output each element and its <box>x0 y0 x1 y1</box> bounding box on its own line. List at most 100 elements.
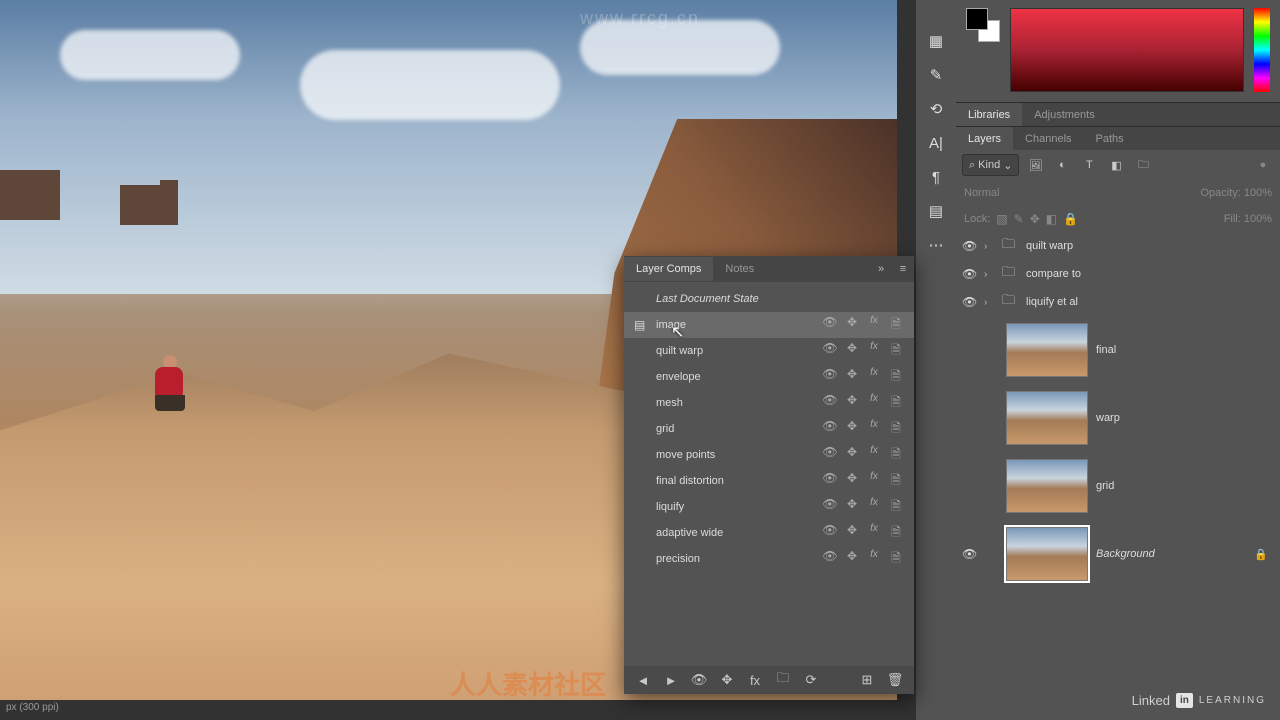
comp-label[interactable]: adaptive wide <box>656 527 814 539</box>
layer-name[interactable]: final <box>1096 344 1116 356</box>
layer-name[interactable]: compare to <box>1026 268 1081 280</box>
panel-icon[interactable]: ✎ <box>916 58 956 92</box>
comp-appearance-icon[interactable]: fx <box>866 341 882 362</box>
comp-position-icon[interactable]: ✥ <box>844 393 860 414</box>
layer-group-row[interactable]: 👁 › 🗀 compare to <box>956 260 1280 288</box>
chevron-right-icon[interactable]: › <box>984 241 994 252</box>
panel-icon[interactable]: ⟲ <box>916 92 956 126</box>
comp-appearance-icon[interactable]: fx <box>866 315 882 336</box>
tab-layers[interactable]: Layers <box>956 127 1013 151</box>
visibility-icon[interactable]: 👁 <box>962 267 976 281</box>
comp-visibility-icon[interactable]: 👁 <box>822 549 838 570</box>
blend-mode-select[interactable]: Normal <box>964 187 999 199</box>
layer-name[interactable]: grid <box>1096 480 1114 492</box>
layer-comps-header[interactable]: Layer Comps Notes » ≡ <box>624 256 914 282</box>
prev-comp-button[interactable]: ◄ <box>634 673 652 688</box>
layer-comps-panel[interactable]: Layer Comps Notes » ≡ Last Document Stat… <box>624 256 914 694</box>
comp-appearance-icon[interactable]: fx <box>866 419 882 440</box>
comp-position-icon[interactable]: ✥ <box>844 549 860 570</box>
tab-layer-comps[interactable]: Layer Comps <box>624 257 713 281</box>
comp-doc-icon[interactable]: 🗎 <box>888 549 904 570</box>
panel-icon[interactable]: A| <box>916 126 956 160</box>
comp-visibility-icon[interactable]: 👁 <box>822 419 838 440</box>
filter-adjust-icon[interactable]: ◐ <box>1051 154 1073 176</box>
comp-position-icon[interactable]: ✥ <box>844 367 860 388</box>
comp-label[interactable]: quilt warp <box>656 345 814 357</box>
foreground-swatch[interactable] <box>966 8 988 30</box>
panel-icon[interactable]: ⋯ <box>916 228 956 262</box>
layer-comp-row[interactable]: move points 👁✥fx🗎 <box>624 442 914 468</box>
filter-pixel-icon[interactable]: 🖼 <box>1024 154 1046 176</box>
comp-label[interactable]: move points <box>656 449 814 461</box>
comp-label[interactable]: precision <box>656 553 814 565</box>
layer-kind-select[interactable]: ⌕ Kind ⌄ <box>962 154 1019 176</box>
comp-position-icon[interactable]: ✥ <box>844 341 860 362</box>
comp-doc-icon[interactable]: 🗎 <box>888 471 904 492</box>
filter-smart-icon[interactable]: 🗀 <box>1132 154 1154 176</box>
layer-group-row[interactable]: 👁 › 🗀 quilt warp <box>956 232 1280 260</box>
comp-doc-icon[interactable]: 🗎 <box>888 419 904 440</box>
comp-doc-icon[interactable]: 🗎 <box>888 393 904 414</box>
lock-trans-icon[interactable]: ▧ <box>996 212 1007 226</box>
comp-appearance-icon[interactable]: fx <box>866 497 882 518</box>
comp-doc-icon[interactable]: 🗎 <box>888 315 904 336</box>
layer-row-background[interactable]: 👁 Background 🔒 <box>956 520 1280 588</box>
layer-comp-row[interactable]: precision 👁✥fx🗎 <box>624 546 914 572</box>
color-spectrum[interactable] <box>1010 8 1244 92</box>
tab-paths[interactable]: Paths <box>1084 127 1136 151</box>
collapse-icon[interactable]: » <box>870 263 892 275</box>
comp-appearance-icon[interactable]: fx <box>866 471 882 492</box>
refresh-comp-button[interactable]: ⟳ <box>802 672 820 688</box>
comp-label[interactable]: final distortion <box>656 475 814 487</box>
comp-visibility-icon[interactable]: 👁 <box>822 393 838 414</box>
comp-position-icon[interactable]: ✥ <box>844 445 860 466</box>
next-comp-button[interactable]: ► <box>662 673 680 688</box>
update-comp-button[interactable]: 🗀 <box>774 669 792 691</box>
comp-position-icon[interactable]: ✥ <box>844 419 860 440</box>
comp-visibility-icon[interactable]: 👁 <box>822 497 838 518</box>
comp-appearance-icon[interactable]: fx <box>866 393 882 414</box>
hue-strip[interactable] <box>1254 8 1270 92</box>
update-position-button[interactable]: ✥ <box>718 672 736 688</box>
layer-row[interactable]: 👁 warp <box>956 384 1280 452</box>
layer-row[interactable]: 👁 grid <box>956 452 1280 520</box>
comp-appearance-icon[interactable]: fx <box>866 445 882 466</box>
tab-notes[interactable]: Notes <box>713 257 766 281</box>
layer-comp-row[interactable]: envelope 👁✥fx🗎 <box>624 364 914 390</box>
comp-position-icon[interactable]: ✥ <box>844 315 860 336</box>
layer-name[interactable]: liquify et al <box>1026 296 1078 308</box>
comp-doc-icon[interactable]: 🗎 <box>888 497 904 518</box>
foreground-background-swatches[interactable] <box>966 8 1000 42</box>
update-appearance-button[interactable]: fx <box>746 673 764 688</box>
visibility-icon[interactable]: 👁 <box>962 295 976 309</box>
panel-icon[interactable]: ▦ <box>916 24 956 58</box>
comp-appearance-icon[interactable]: fx <box>866 523 882 544</box>
opacity-value[interactable]: 100% <box>1244 187 1272 199</box>
visibility-icon[interactable]: 👁 <box>962 547 976 561</box>
tab-channels[interactable]: Channels <box>1013 127 1083 151</box>
chevron-right-icon[interactable]: › <box>984 269 994 280</box>
apply-comp-icon[interactable]: ▤ <box>634 318 648 332</box>
last-document-state-row[interactable]: Last Document State <box>624 286 914 312</box>
layer-name[interactable]: warp <box>1096 412 1120 424</box>
filter-type-icon[interactable]: T <box>1078 154 1100 176</box>
layer-comp-row[interactable]: mesh 👁✥fx🗎 <box>624 390 914 416</box>
layer-comp-row[interactable]: grid 👁✥fx🗎 <box>624 416 914 442</box>
delete-comp-button[interactable]: 🗑 <box>886 672 904 688</box>
layer-row[interactable]: 👁 final <box>956 316 1280 384</box>
chevron-right-icon[interactable]: › <box>984 297 994 308</box>
layer-comp-row[interactable]: liquify 👁✥fx🗎 <box>624 494 914 520</box>
comp-label[interactable]: envelope <box>656 371 814 383</box>
comp-visibility-icon[interactable]: 👁 <box>822 523 838 544</box>
filter-shape-icon[interactable]: ◧ <box>1105 154 1127 176</box>
comp-doc-icon[interactable]: 🗎 <box>888 341 904 362</box>
fill-value[interactable]: 100% <box>1244 213 1272 225</box>
layer-comp-row[interactable]: final distortion 👁✥fx🗎 <box>624 468 914 494</box>
comp-visibility-icon[interactable]: 👁 <box>822 445 838 466</box>
comp-position-icon[interactable]: ✥ <box>844 523 860 544</box>
comp-visibility-icon[interactable]: 👁 <box>822 341 838 362</box>
filter-toggle[interactable]: ● <box>1252 154 1274 176</box>
lock-paint-icon[interactable]: ✎ <box>1014 212 1024 226</box>
layer-group-row[interactable]: 👁 › 🗀 liquify et al <box>956 288 1280 316</box>
new-comp-button[interactable]: ⊞ <box>858 672 876 688</box>
